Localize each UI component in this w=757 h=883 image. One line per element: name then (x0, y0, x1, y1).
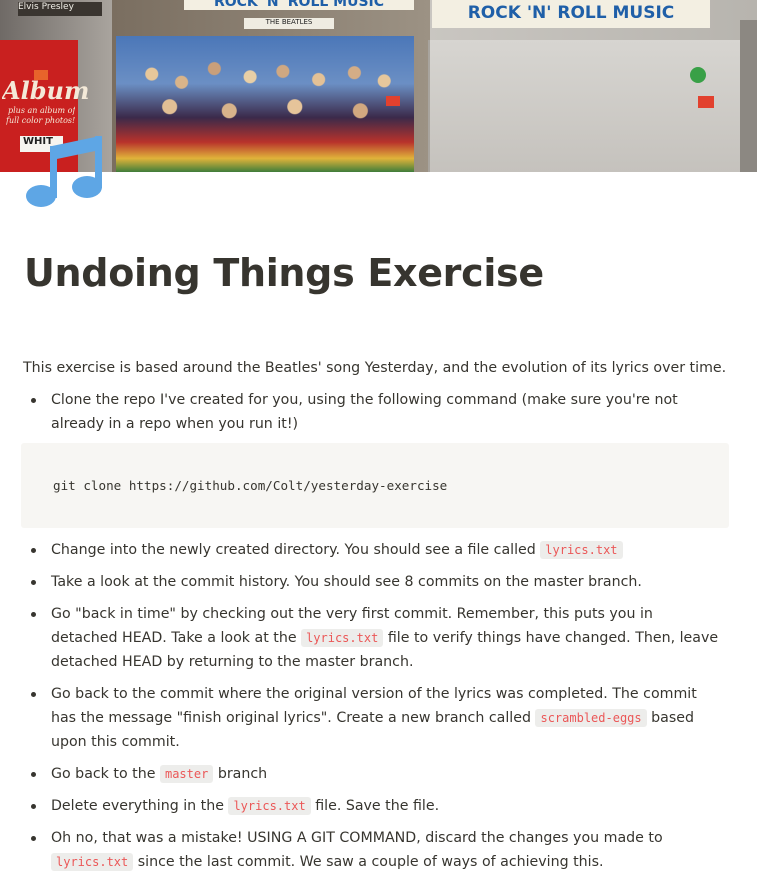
list-item: Go back to the master branch (23, 762, 723, 786)
bullet-dot (31, 836, 36, 841)
price-sticker-orange (34, 70, 48, 80)
price-sticker-red (386, 96, 400, 106)
step-text: Go back to the master branch (51, 762, 723, 786)
step-text: Clone the repo I've created for you, usi… (51, 392, 678, 432)
step-text-before: Oh no, that was a mistake! USING A GIT C… (51, 830, 663, 846)
step-text-before: Go back to the (51, 766, 160, 782)
cover-sign-beatles: THE BEATLES (244, 18, 334, 29)
list-item: Go "back in time" by checking out the ve… (23, 602, 723, 674)
list-item: Change into the newly created directory.… (23, 538, 723, 562)
inline-code: lyrics.txt (301, 629, 384, 647)
inline-code: lyrics.txt (51, 853, 134, 871)
bullet-dot (31, 804, 36, 809)
page-title: Undoing Things Exercise (24, 251, 544, 295)
step-text: Go "back in time" by checking out the ve… (51, 602, 723, 674)
list-item: Take a look at the commit history. You s… (23, 570, 723, 594)
bullet-dot (31, 548, 36, 553)
bullet-dot (31, 692, 36, 697)
list-item: Clone the repo I've created for you, usi… (23, 388, 723, 436)
bullet-dot (31, 398, 36, 403)
step-text-before: Change into the newly created directory.… (51, 542, 541, 558)
record-bin-divider (740, 20, 757, 172)
cover-sign-rocknroll-top: ROCK 'N' ROLL MUSIC (184, 0, 414, 10)
step-text-after: since the last commit. We saw a couple o… (133, 854, 604, 870)
step-text-before: Delete everything in the (51, 798, 229, 814)
bullet-dot (31, 580, 36, 585)
step-text: Take a look at the commit history. You s… (51, 574, 642, 590)
cover-sign-elvis: Elvis Presley (18, 2, 102, 16)
inline-code: lyrics.txt (540, 541, 623, 559)
step-text-after: branch (213, 766, 268, 782)
inline-code: lyrics.txt (228, 797, 311, 815)
bullet-dot (31, 772, 36, 777)
price-sticker-green (690, 67, 706, 83)
code-block-text: git clone https://github.com/Colt/yester… (53, 478, 448, 493)
price-sticker-red-2 (698, 96, 714, 108)
album-title: Album (2, 76, 90, 105)
code-block[interactable]: git clone https://github.com/Colt/yester… (21, 443, 729, 528)
list-item: Go back to the commit where the original… (23, 682, 723, 754)
step-text: Delete everything in the lyrics.txt file… (51, 794, 723, 818)
step-text: Oh no, that was a mistake! USING A GIT C… (51, 826, 723, 874)
step-text: Go back to the commit where the original… (51, 682, 723, 754)
list-item: Delete everything in the lyrics.txt file… (23, 794, 723, 818)
musical-notes-icon[interactable] (22, 128, 106, 212)
list-item: Oh no, that was a mistake! USING A GIT C… (23, 826, 723, 874)
album-subtitle-2: full color photos! (6, 116, 76, 125)
step-text: Change into the newly created directory.… (51, 538, 723, 562)
intro-paragraph: This exercise is based around the Beatle… (23, 360, 727, 376)
album-subtitle-1: plus an album of (8, 106, 76, 115)
cover-sign-rocknroll-right: ROCK 'N' ROLL MUSIC (432, 0, 710, 28)
inline-code: scrambled-eggs (535, 709, 647, 727)
sgt-pepper-album-cover (116, 36, 414, 172)
page-cover-image: Elvis Presley Album plus an album of ful… (0, 0, 757, 172)
inline-code: master (159, 765, 214, 783)
step-text-after: file. Save the file. (310, 798, 440, 814)
bullet-dot (31, 612, 36, 617)
